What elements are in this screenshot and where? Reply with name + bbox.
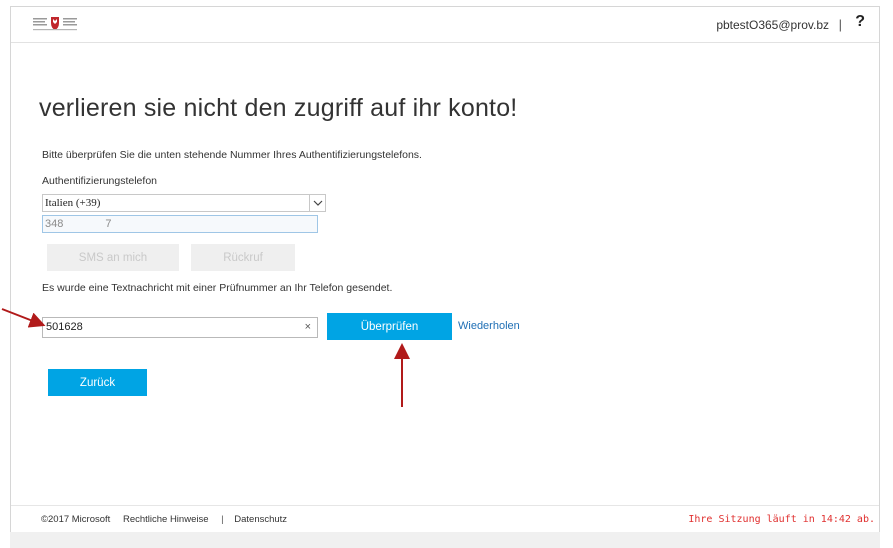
phone-label: Authentifizierungstelefon xyxy=(42,175,157,187)
page-title: verlieren sie nicht den zugriff auf ihr … xyxy=(39,93,518,122)
retry-link[interactable]: Wiederholen xyxy=(458,320,520,332)
page-frame: pbtestO365@prov.bz | ? verlieren sie nic… xyxy=(10,6,880,542)
callback-button[interactable]: Rückruf xyxy=(191,244,295,271)
top-bar: pbtestO365@prov.bz | ? xyxy=(11,7,879,43)
sms-sent-message: Es wurde eine Textnachricht mit einer Pr… xyxy=(42,282,393,294)
user-email[interactable]: pbtestO365@prov.bz xyxy=(716,18,829,32)
country-select[interactable]: Italien (+39) xyxy=(42,194,326,212)
sms-button[interactable]: SMS an mich xyxy=(47,244,179,271)
phone-prefix: 348 xyxy=(45,218,64,230)
legal-link[interactable]: Rechtliche Hinweise xyxy=(123,514,209,525)
copyright-text: ©2017 Microsoft xyxy=(41,514,111,525)
header-divider: | xyxy=(838,17,842,32)
back-button[interactable]: Zurück xyxy=(48,369,147,396)
code-value: 501628 xyxy=(46,321,83,333)
privacy-link[interactable]: Datenschutz xyxy=(234,514,287,525)
page-bottom-strip xyxy=(10,532,880,548)
phone-suffix: 7 xyxy=(105,218,112,230)
country-selected-value: Italien (+39) xyxy=(45,197,101,209)
phone-number-field[interactable]: 348 7 xyxy=(42,215,318,233)
clear-icon[interactable]: × xyxy=(305,318,311,337)
help-icon[interactable]: ? xyxy=(855,13,865,31)
footer-divider xyxy=(11,505,879,506)
instructions-text: Bitte überprüfen Sie die unten stehende … xyxy=(42,149,422,161)
footer: ©2017 Microsoft Rechtliche Hinweise | Da… xyxy=(41,514,297,525)
session-timer: Ihre Sitzung läuft in 14:42 ab. xyxy=(688,514,875,525)
verify-button[interactable]: Überprüfen xyxy=(327,313,452,340)
footer-separator: | xyxy=(221,514,224,525)
chevron-down-icon[interactable] xyxy=(309,195,325,211)
verification-code-input[interactable]: 501628 × xyxy=(42,317,318,338)
organization-logo xyxy=(31,15,83,33)
